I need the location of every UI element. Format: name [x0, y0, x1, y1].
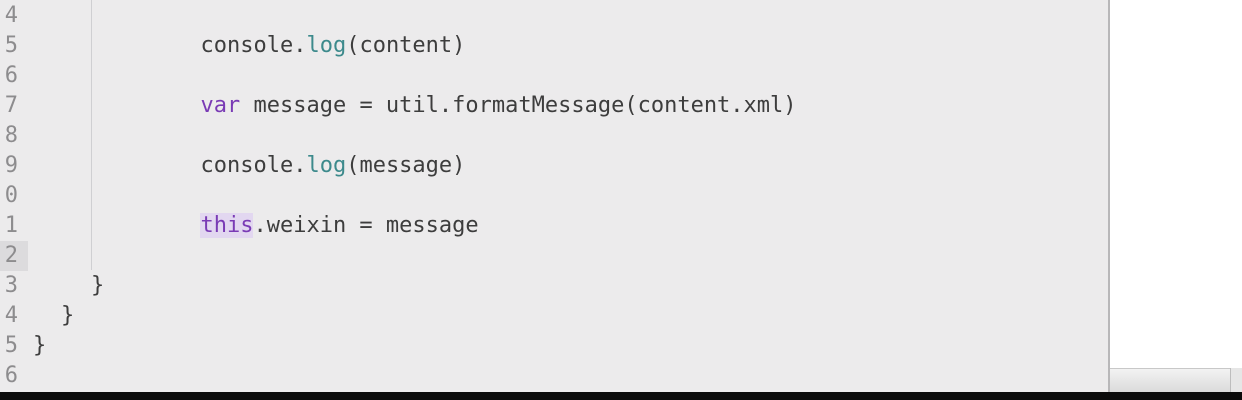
scrollbar-thumb[interactable]	[1230, 368, 1242, 392]
code-line[interactable]: 9	[0, 151, 1108, 181]
line-number: 3	[4, 273, 18, 298]
editor-right-border	[1108, 0, 1110, 392]
code-text: }	[33, 333, 47, 358]
code-text: }	[61, 303, 75, 328]
code-line[interactable]: 0 this.weixin = message	[0, 181, 1108, 238]
code-line[interactable]: 5 }	[0, 331, 1108, 361]
line-number: 6	[4, 63, 18, 88]
line-number: 5	[4, 33, 18, 58]
window-bottom-edge	[0, 392, 1242, 400]
code-line[interactable]: 6	[0, 361, 1108, 391]
line-number: 2	[4, 243, 18, 268]
line-number: 8	[4, 123, 18, 148]
code-line-current[interactable]: 2	[0, 241, 1108, 271]
line-number: 0	[4, 183, 18, 208]
line-number: 4	[4, 303, 18, 328]
line-number: 1	[4, 213, 18, 238]
code-line[interactable]: 1	[0, 211, 1108, 241]
line-number: 9	[4, 153, 18, 178]
code-line[interactable]: 8 console.log(message)	[0, 121, 1108, 178]
horizontal-scrollbar-track[interactable]	[1110, 368, 1242, 393]
line-number: 6	[4, 363, 18, 388]
code-line[interactable]: 3 }	[0, 271, 1108, 301]
line-number: 5	[4, 333, 18, 358]
code-editor[interactable]: 4 console.log(content) 5 6 var message =…	[0, 0, 1108, 392]
line-number: 7	[4, 93, 18, 118]
line-number: 4	[4, 3, 18, 28]
code-line[interactable]: 6 var message = util.formatMessage(conte…	[0, 61, 1108, 118]
code-text: }	[91, 273, 105, 298]
code-line[interactable]: 7	[0, 91, 1108, 121]
code-line[interactable]: 5	[0, 31, 1108, 61]
code-line[interactable]: 4 console.log(content)	[0, 1, 1108, 58]
code-line[interactable]: 4 }	[0, 301, 1108, 331]
